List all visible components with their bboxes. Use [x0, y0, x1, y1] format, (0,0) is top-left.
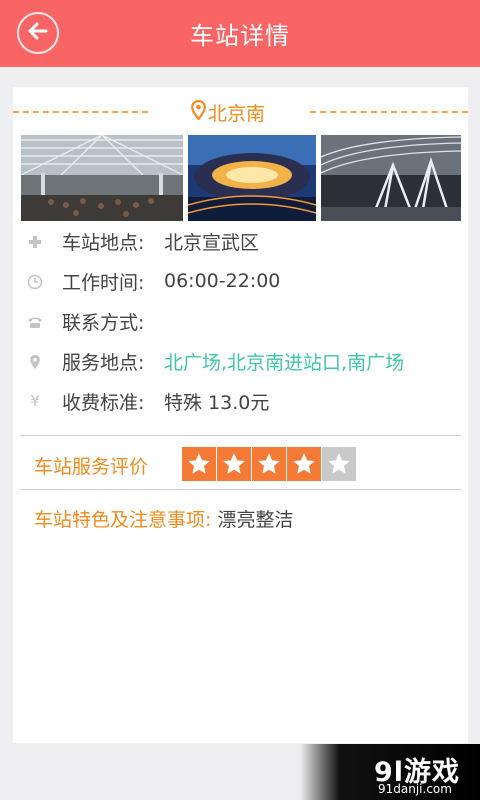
- info-row-hours: 工作时间: 06:00-22:00: [13, 261, 468, 301]
- photo-station-aerial[interactable]: [188, 135, 316, 221]
- info-label: 联系方式:: [62, 311, 145, 334]
- info-label: 收费标准:: [62, 391, 145, 414]
- plus-icon: [27, 233, 43, 249]
- info-value-hours: 06:00-22:00: [164, 270, 281, 292]
- photo-station-interior[interactable]: [21, 135, 183, 221]
- star-filled-icon[interactable]: [182, 447, 216, 481]
- station-heading: 北京南: [13, 97, 468, 127]
- location-pin-icon: [191, 99, 206, 125]
- station-name-text: 北京南: [208, 102, 266, 125]
- info-row-location: 车站地点: 北京宣武区: [13, 221, 468, 261]
- notes-label: 车站特色及注意事项:: [34, 509, 212, 531]
- info-value-fee: 特殊 13.0元: [164, 391, 270, 414]
- rating-stars: [182, 447, 357, 481]
- station-name: 北京南: [191, 97, 265, 127]
- clock-icon: [27, 273, 43, 290]
- star-empty-icon[interactable]: [322, 447, 356, 481]
- info-label: 服务地点:: [62, 351, 145, 374]
- star-filled-icon[interactable]: [287, 447, 321, 481]
- divider: [20, 489, 461, 490]
- app-header: 车站详情: [0, 0, 480, 67]
- divider: [20, 435, 461, 436]
- info-label: 车站地点:: [62, 231, 145, 254]
- station-detail-card: 北京南 车站地点: 北京宣武区 工作时间: 06:00-22:00 联系方式: …: [13, 87, 468, 743]
- info-row-service-points: 服务地点: 北广场,北京南进站口,南广场: [13, 341, 468, 381]
- star-filled-icon[interactable]: [217, 447, 251, 481]
- station-notes: 车站特色及注意事项: 漂亮整洁: [34, 505, 293, 532]
- info-label: 工作时间:: [62, 271, 145, 294]
- phone-icon: [27, 313, 43, 329]
- watermark-url: 91danji.com: [378, 782, 452, 796]
- info-value-service-points[interactable]: 北广场,北京南进站口,南广场: [164, 348, 404, 375]
- divider-dashed-right: [310, 111, 468, 113]
- rating-label: 车站服务评价: [34, 456, 149, 478]
- location-icon: [27, 353, 43, 369]
- notes-value: 漂亮整洁: [211, 509, 294, 531]
- divider-dashed-left: [13, 111, 148, 113]
- page-title: 车站详情: [190, 22, 290, 50]
- info-row-contact: 联系方式:: [13, 301, 468, 341]
- info-row-fee: ¥ 收费标准: 特殊 13.0元: [13, 381, 468, 421]
- photo-station-concourse[interactable]: [321, 135, 461, 221]
- yen-icon: ¥: [30, 392, 40, 410]
- back-button[interactable]: [17, 12, 59, 54]
- info-value-location: 北京宣武区: [164, 231, 260, 254]
- station-photo-gallery: [21, 135, 461, 221]
- star-filled-icon[interactable]: [252, 447, 286, 481]
- arrow-left-icon: [27, 20, 49, 46]
- service-rating: 车站服务评价: [13, 443, 468, 487]
